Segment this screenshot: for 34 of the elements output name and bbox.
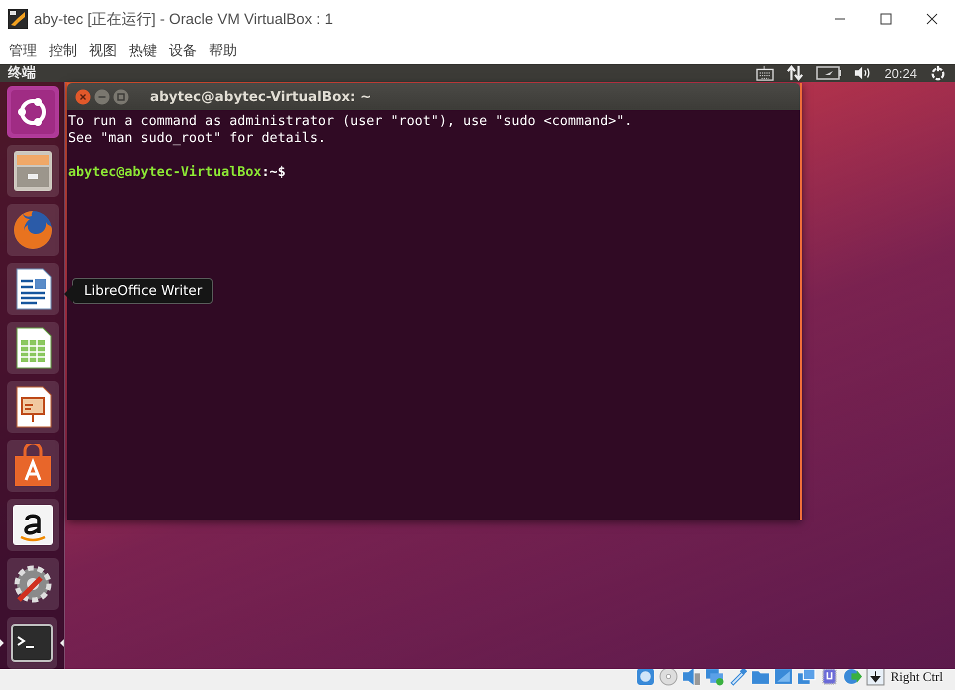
menu-item[interactable]: 视图 <box>89 42 117 60</box>
network-icon[interactable] <box>704 667 724 686</box>
usb-icon[interactable] <box>728 667 747 686</box>
battery-icon[interactable] <box>816 66 842 80</box>
minimize-button[interactable] <box>94 88 110 104</box>
menu-item[interactable]: 热键 <box>129 42 157 60</box>
chip-icon[interactable] <box>820 667 839 686</box>
volume-icon[interactable] <box>854 65 872 81</box>
power-icon[interactable] <box>929 65 947 81</box>
speaker-icon[interactable] <box>682 667 701 686</box>
windows-icon[interactable] <box>796 667 816 686</box>
cd-icon[interactable] <box>658 667 678 686</box>
terminal-output-line: To run a command as administrator (user "root"), use "sudo <command>". <box>68 113 634 130</box>
terminal-title: abytec@abytec-VirtualBox: ~ <box>150 88 372 104</box>
menu-item[interactable]: 控制 <box>49 42 77 60</box>
menu-item[interactable]: 设备 <box>169 42 197 60</box>
host-key-label: Right Ctrl <box>890 668 943 684</box>
keyboard-icon[interactable] <box>756 65 774 81</box>
terminal-prompt[interactable]: abytec@abytec-VirtualBox:~$ <box>68 164 800 181</box>
network-icon[interactable] <box>786 65 804 81</box>
tooltip-text: LibreOffice Writer <box>84 283 202 299</box>
window-title: aby-tec [正在运行] - Oracle VM VirtualBox : 1 <box>34 10 334 28</box>
menu-item[interactable]: 帮助 <box>209 42 237 60</box>
running-indicator-icon <box>0 639 4 647</box>
close-button[interactable] <box>75 88 91 104</box>
arrow-globe-icon[interactable] <box>842 667 862 686</box>
running-indicator-icon <box>60 639 64 647</box>
launcher-item[interactable] <box>0 617 64 669</box>
app-title: 终端 <box>8 64 37 82</box>
menu-item[interactable]: 管理 <box>9 42 37 60</box>
display-icon[interactable] <box>774 667 793 686</box>
clock[interactable]: 20:24 <box>884 66 917 80</box>
app-icon <box>8 9 28 29</box>
terminal-output-line: See "man sudo_root" for details. <box>68 130 327 147</box>
